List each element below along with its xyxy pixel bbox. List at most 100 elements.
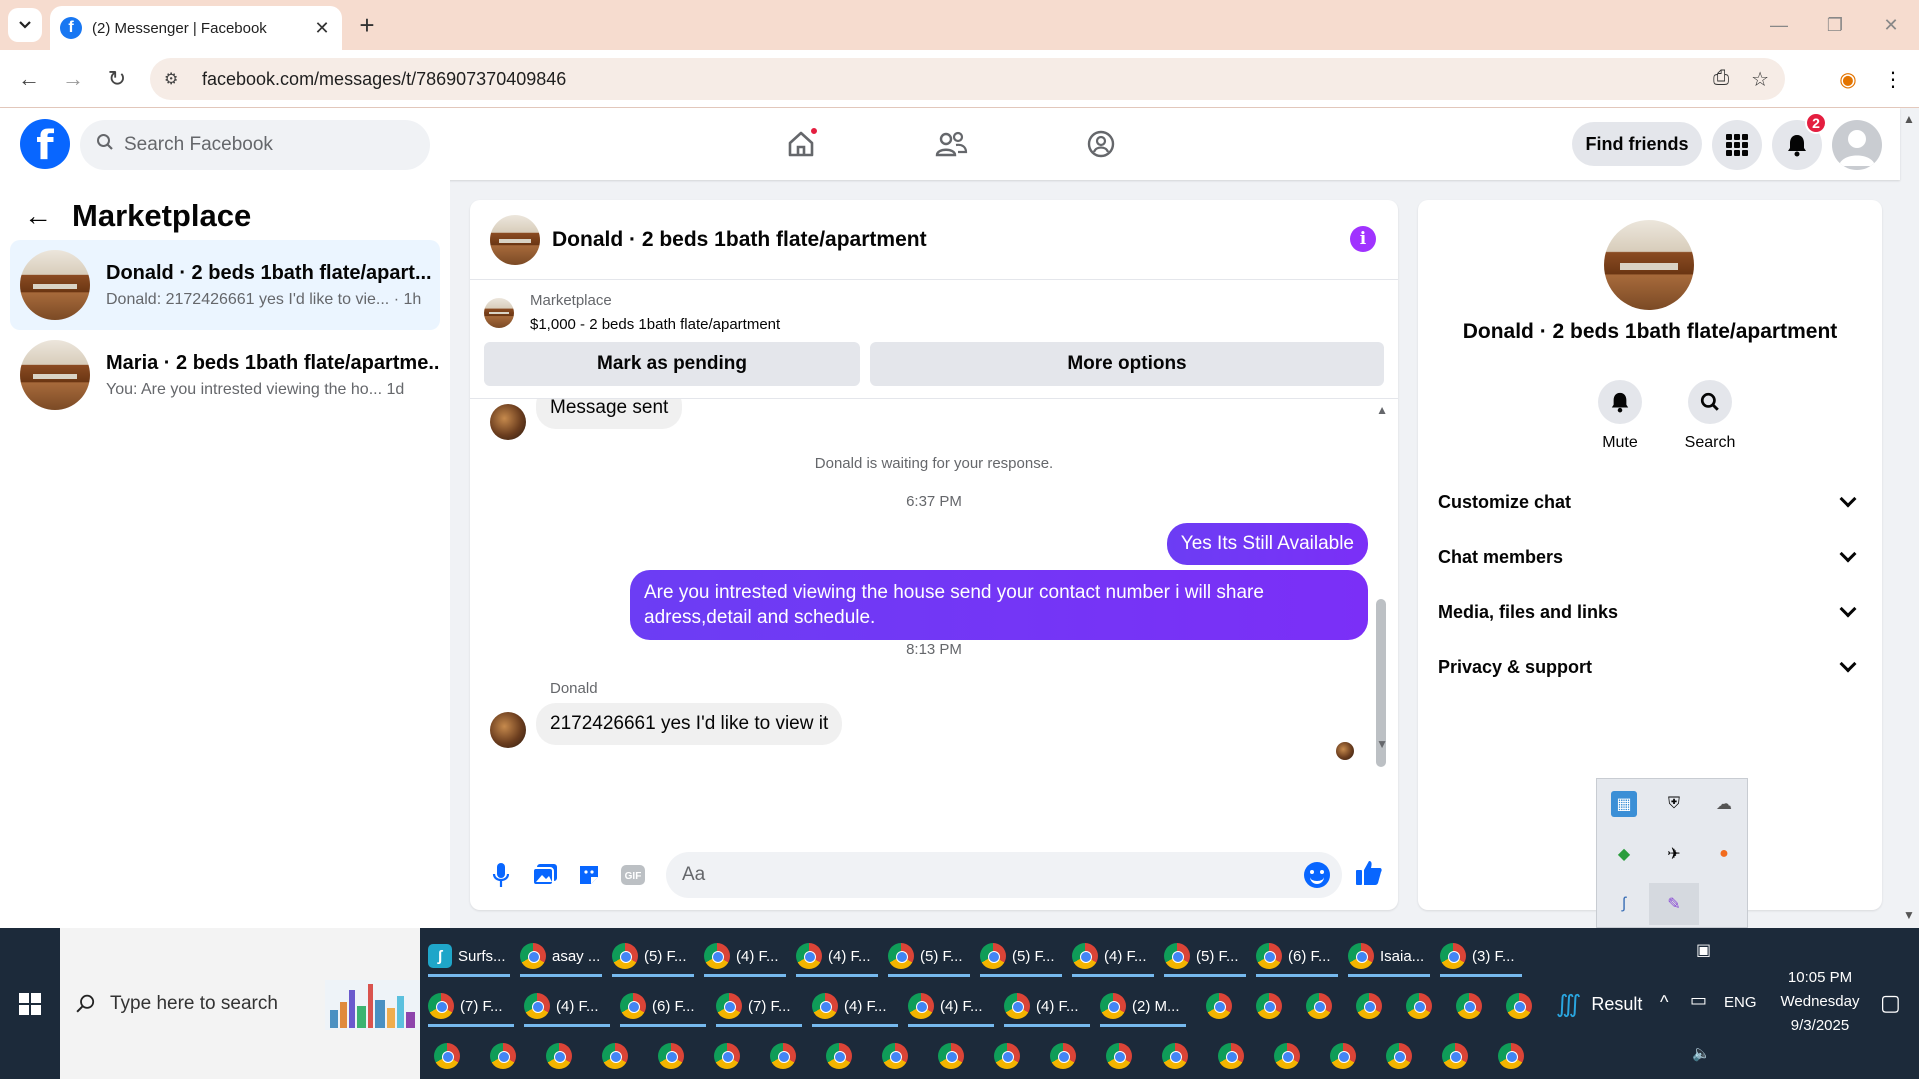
mark-as-pending-button[interactable]: Mark as pending: [484, 342, 860, 386]
omnibox[interactable]: ⚙ facebook.com/messages/t/78690737040984…: [150, 58, 1785, 100]
taskbar-app-chrome[interactable]: (4) F...: [524, 984, 610, 1028]
taskbar-app-chrome[interactable]: (7) F...: [716, 984, 802, 1028]
language-indicator[interactable]: ENG: [1724, 994, 1757, 1011]
privacy-support-row[interactable]: Privacy & support: [1438, 647, 1862, 687]
satellite-app-icon[interactable]: ✈: [1661, 841, 1687, 867]
facebook-search-input[interactable]: Search Facebook: [80, 120, 430, 170]
more-options-button[interactable]: More options: [870, 342, 1384, 386]
cloud-offline-icon[interactable]: ☁: [1711, 791, 1737, 817]
reload-button[interactable]: ↻: [102, 64, 132, 94]
search-icon[interactable]: [1688, 380, 1732, 424]
taskbar-app-chrome[interactable]: [882, 1034, 908, 1078]
taskbar-app-chrome[interactable]: [1306, 984, 1332, 1028]
taskbar-app-chrome[interactable]: Isaia...: [1348, 934, 1430, 978]
forward-button[interactable]: →: [58, 64, 88, 94]
friends-nav-button[interactable]: [921, 122, 981, 166]
restore-button[interactable]: ❐: [1807, 0, 1863, 50]
taskbar-app-chrome[interactable]: (5) F...: [980, 934, 1062, 978]
browser-tab[interactable]: f (2) Messenger | Facebook ✕: [50, 6, 342, 50]
taskbar-app-chrome[interactable]: [1206, 984, 1232, 1028]
scroll-down-arrow[interactable]: ▼: [1376, 737, 1388, 751]
taskbar-app-chrome[interactable]: (3) F...: [1440, 934, 1522, 978]
taskbar-app-chrome[interactable]: (4) F...: [796, 934, 878, 978]
network-icon[interactable]: ▭: [1690, 990, 1707, 1011]
taskbar-app-chrome[interactable]: [1442, 1034, 1468, 1078]
page-scroll-down-arrow[interactable]: ▼: [1903, 908, 1915, 922]
taskbar-app-chrome[interactable]: (5) F...: [612, 934, 694, 978]
taskbar-app-chrome[interactable]: [714, 1034, 740, 1078]
show-hidden-icons-chevron-icon[interactable]: ^: [1660, 992, 1668, 1013]
back-arrow-icon[interactable]: ←: [24, 200, 52, 232]
taskbar-app-chrome[interactable]: (7) F...: [428, 984, 514, 1028]
taskbar-app-chrome[interactable]: [938, 1034, 964, 1078]
taskbar-app-surfshark[interactable]: ʃ Surfs...: [428, 934, 510, 978]
taskbar-app-chrome[interactable]: (4) F...: [908, 984, 994, 1028]
conversation-item-maria[interactable]: Maria · 2 beds 1bath flate/apartme... Yo…: [10, 330, 440, 420]
taskbar-app-chrome[interactable]: [770, 1034, 796, 1078]
meet-now-icon[interactable]: ▣: [1696, 940, 1711, 960]
taskbar-app-chrome[interactable]: [1330, 1034, 1356, 1078]
emoji-icon[interactable]: [1304, 862, 1330, 888]
pen-app-icon[interactable]: ✎: [1649, 883, 1699, 925]
mute-action[interactable]: Mute: [1580, 380, 1660, 452]
groups-nav-button[interactable]: [1071, 122, 1131, 166]
sticker-icon[interactable]: [574, 860, 604, 890]
minimize-button[interactable]: —: [1751, 0, 1807, 50]
scroll-up-arrow[interactable]: ▲: [1376, 403, 1388, 417]
taskbar-app-chrome[interactable]: (4) F...: [704, 934, 786, 978]
like-thumb-icon[interactable]: [1354, 858, 1384, 888]
tab-list-button[interactable]: [8, 8, 42, 42]
message-input[interactable]: Aa: [666, 852, 1342, 898]
weather-widget[interactable]: ∭ Result: [1556, 990, 1642, 1019]
taskbar-app-chrome[interactable]: [1356, 984, 1382, 1028]
taskbar-app-chrome[interactable]: (4) F...: [812, 984, 898, 1028]
facebook-logo[interactable]: f: [20, 119, 70, 169]
microphone-icon[interactable]: [486, 860, 516, 890]
close-window-button[interactable]: ✕: [1863, 0, 1919, 50]
media-files-links-row[interactable]: Media, files and links: [1438, 592, 1862, 632]
conversation-item-donald[interactable]: Donald · 2 beds 1bath flate/apart... Don…: [10, 240, 440, 330]
taskbar-app-chrome[interactable]: [1386, 1034, 1412, 1078]
clock[interactable]: 10:05 PM Wednesday 9/3/2025: [1760, 966, 1880, 1038]
close-tab-icon[interactable]: ✕: [312, 18, 332, 39]
profile-icon[interactable]: ◉: [1833, 64, 1863, 94]
taskbar-app-chrome[interactable]: asay ...: [520, 934, 602, 978]
taskbar-app-chrome[interactable]: [434, 1034, 460, 1078]
url-text[interactable]: facebook.com/messages/t/786907370409846: [202, 69, 566, 90]
taskbar-app-chrome[interactable]: [1106, 1034, 1132, 1078]
surfshark-tray-icon[interactable]: ʃ: [1611, 891, 1637, 917]
chat-listing-thumbnail[interactable]: [490, 214, 540, 265]
find-friends-button[interactable]: Find friends: [1572, 122, 1702, 166]
install-app-icon[interactable]: ⎙: [1713, 67, 1729, 92]
security-shield-icon[interactable]: ⛨: [1661, 791, 1687, 817]
taskbar-app-chrome[interactable]: [490, 1034, 516, 1078]
taskbar-app-chrome[interactable]: [602, 1034, 628, 1078]
site-info-icon[interactable]: ⚙: [164, 69, 188, 89]
start-button[interactable]: [0, 928, 60, 1079]
bookmark-star-icon[interactable]: ☆: [1751, 67, 1769, 92]
taskbar-app-chrome[interactable]: (4) F...: [1004, 984, 1090, 1028]
new-tab-button[interactable]: +: [352, 10, 382, 40]
taskbar-app-chrome[interactable]: (4) F...: [1072, 934, 1154, 978]
info-icon[interactable]: i: [1350, 226, 1376, 252]
chat-title[interactable]: Donald · 2 beds 1bath flate/apartment: [552, 228, 927, 252]
taskbar-app-chrome[interactable]: [1162, 1034, 1188, 1078]
menu-button[interactable]: [1712, 120, 1762, 170]
back-button[interactable]: ←: [14, 64, 44, 94]
browser-menu-icon[interactable]: ⋮: [1878, 64, 1908, 94]
orange-app-icon[interactable]: ●: [1711, 841, 1737, 867]
page-scroll-up-arrow[interactable]: ▲: [1903, 112, 1915, 126]
taskbar-app-chrome[interactable]: (5) F...: [1164, 934, 1246, 978]
taskbar-app-chrome[interactable]: [1218, 1034, 1244, 1078]
network-app-icon[interactable]: ▦: [1611, 791, 1637, 817]
taskbar-app-chrome[interactable]: [1256, 984, 1282, 1028]
taskbar-app-chrome[interactable]: [1274, 1034, 1300, 1078]
home-nav-button[interactable]: [771, 122, 831, 166]
bell-mute-icon[interactable]: [1598, 380, 1642, 424]
chat-members-row[interactable]: Chat members: [1438, 537, 1862, 577]
taskbar-app-chrome[interactable]: [1050, 1034, 1076, 1078]
taskbar-app-chrome[interactable]: (6) F...: [620, 984, 706, 1028]
taskbar-app-chrome[interactable]: [658, 1034, 684, 1078]
marketplace-listing-card[interactable]: Marketplace $1,000 - 2 beds 1bath flate/…: [484, 292, 780, 333]
taskbar-app-chrome[interactable]: [1456, 984, 1482, 1028]
